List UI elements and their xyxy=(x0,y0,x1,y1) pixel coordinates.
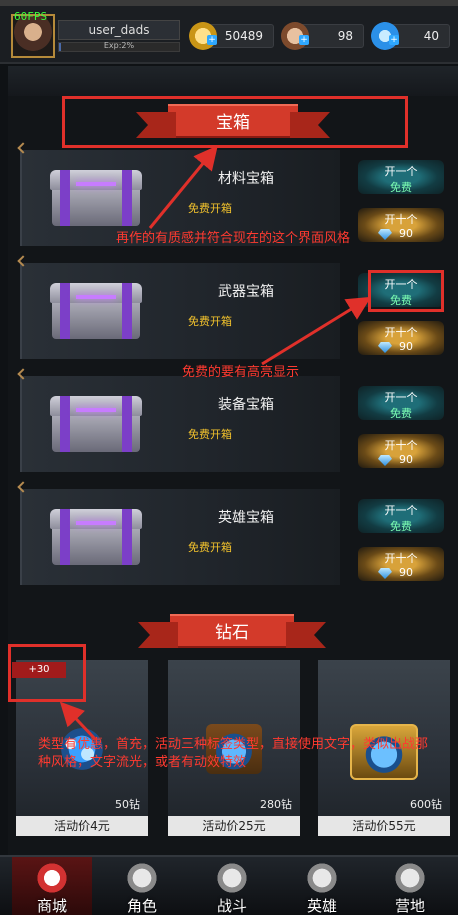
nav-item-label: 角色 xyxy=(126,897,157,915)
chest-icon xyxy=(46,168,146,228)
chest-row: 装备宝箱 免费开箱 xyxy=(17,368,340,472)
diamond-amount: 280钻 xyxy=(260,798,292,811)
chest-free-label: 免费开箱 xyxy=(188,428,232,441)
chest-icon xyxy=(46,507,146,567)
open-ten-button[interactable]: 开十个 90 xyxy=(358,434,444,468)
open-one-price: 免费 xyxy=(390,181,412,194)
annotation-box-title xyxy=(62,96,408,148)
open-one-button[interactable]: 开一个 免费 xyxy=(358,160,444,194)
nav-item-heroes[interactable]: 英雄 xyxy=(282,857,362,915)
diamond-price: 活动价4元 xyxy=(16,816,148,836)
diamond-section-title: 钻石 xyxy=(170,614,294,648)
open-ten-price: 90 xyxy=(399,453,413,466)
gem-counter[interactable]: + 40 xyxy=(371,22,450,50)
open-one-label: 开一个 xyxy=(384,391,418,404)
open-ten-label: 开十个 xyxy=(384,213,418,226)
gold-counter[interactable]: + 50489 xyxy=(189,22,274,50)
open-ten-price: 90 xyxy=(399,566,413,579)
chest-free-label: 免费开箱 xyxy=(188,315,232,328)
open-ten-button[interactable]: 开十个 90 xyxy=(358,321,444,355)
bottom-nav: 商城 角色 战斗 英雄 营地 xyxy=(0,855,458,915)
annotation-free-note: 免费的要有高亮显示 xyxy=(182,365,300,380)
open-one-price: 免费 xyxy=(390,520,412,533)
open-ten-label: 开十个 xyxy=(384,326,418,339)
chest-name: 装备宝箱 xyxy=(218,397,274,413)
chest-name: 武器宝箱 xyxy=(218,284,274,300)
skull-icon xyxy=(212,861,252,895)
chest-row: 英雄宝箱 免费开箱 xyxy=(17,481,340,585)
stamina-value: 98 xyxy=(337,29,353,43)
top-hud: 60FPS user_dads Exp:2% + 50489 + 98 + 40 xyxy=(0,6,458,64)
chest-icon xyxy=(46,281,146,341)
gold-value: 50489 xyxy=(224,29,263,43)
fps-counter: 60FPS xyxy=(14,10,48,23)
diamond-amount: 600钻 xyxy=(410,798,442,811)
gem-value: 40 xyxy=(423,29,439,43)
annotation-box-free xyxy=(368,270,444,312)
character-icon xyxy=(122,861,162,895)
open-one-price: 免费 xyxy=(390,407,412,420)
nav-item-character[interactable]: 角色 xyxy=(102,857,182,915)
nav-item-label: 战斗 xyxy=(216,897,247,915)
nav-item-label: 营地 xyxy=(394,897,425,915)
nav-item-label: 商城 xyxy=(36,897,67,915)
add-stamina-icon[interactable]: + xyxy=(299,35,309,45)
open-one-label: 开一个 xyxy=(384,504,418,517)
add-gold-icon[interactable]: + xyxy=(207,35,217,45)
open-one-label: 开一个 xyxy=(384,165,418,178)
nav-item-label: 英雄 xyxy=(306,897,337,915)
chest-row: 武器宝箱 免费开箱 xyxy=(17,255,340,359)
hero-icon xyxy=(302,861,342,895)
stamina-counter[interactable]: + 98 xyxy=(281,22,364,50)
shop-icon xyxy=(32,861,72,895)
chest-name: 英雄宝箱 xyxy=(218,510,274,526)
nav-item-camp[interactable]: 营地 xyxy=(370,857,450,915)
open-ten-button[interactable]: 开十个 90 xyxy=(358,547,444,581)
annotation-tag-note: 类型有优惠，首充，活动三种标签类型，直接使用文字，类似出战那种风格，文字流光，或… xyxy=(38,737,429,770)
diamond-icon xyxy=(378,342,392,353)
annotation-texture-note: 再作的有质感并符合现在的这个界面风格 xyxy=(116,231,351,246)
exp-text: Exp:2% xyxy=(103,41,135,50)
open-ten-price: 90 xyxy=(399,340,413,353)
open-ten-label: 开十个 xyxy=(384,552,418,565)
chest-free-label: 免费开箱 xyxy=(188,202,232,215)
open-ten-label: 开十个 xyxy=(384,439,418,452)
chest-free-label: 免费开箱 xyxy=(188,541,232,554)
nav-item-shop[interactable]: 商城 xyxy=(12,857,92,915)
diamond-price: 活动价55元 xyxy=(318,816,450,836)
camp-icon xyxy=(390,861,430,895)
add-gem-icon[interactable]: + xyxy=(389,35,399,45)
username-label: user_dads xyxy=(58,20,180,40)
diamond-price: 活动价25元 xyxy=(168,816,300,836)
shop-panel-header xyxy=(8,66,458,96)
open-one-button[interactable]: 开一个 免费 xyxy=(358,386,444,420)
diamond-icon xyxy=(378,568,392,579)
nav-item-battle[interactable]: 战斗 xyxy=(192,857,272,915)
chest-icon xyxy=(46,394,146,454)
diamond-icon xyxy=(378,455,392,466)
annotation-box-badge xyxy=(8,644,86,702)
open-one-button[interactable]: 开一个 免费 xyxy=(358,499,444,533)
chest-name: 材料宝箱 xyxy=(218,171,274,187)
diamond-amount: 50钻 xyxy=(115,798,140,811)
